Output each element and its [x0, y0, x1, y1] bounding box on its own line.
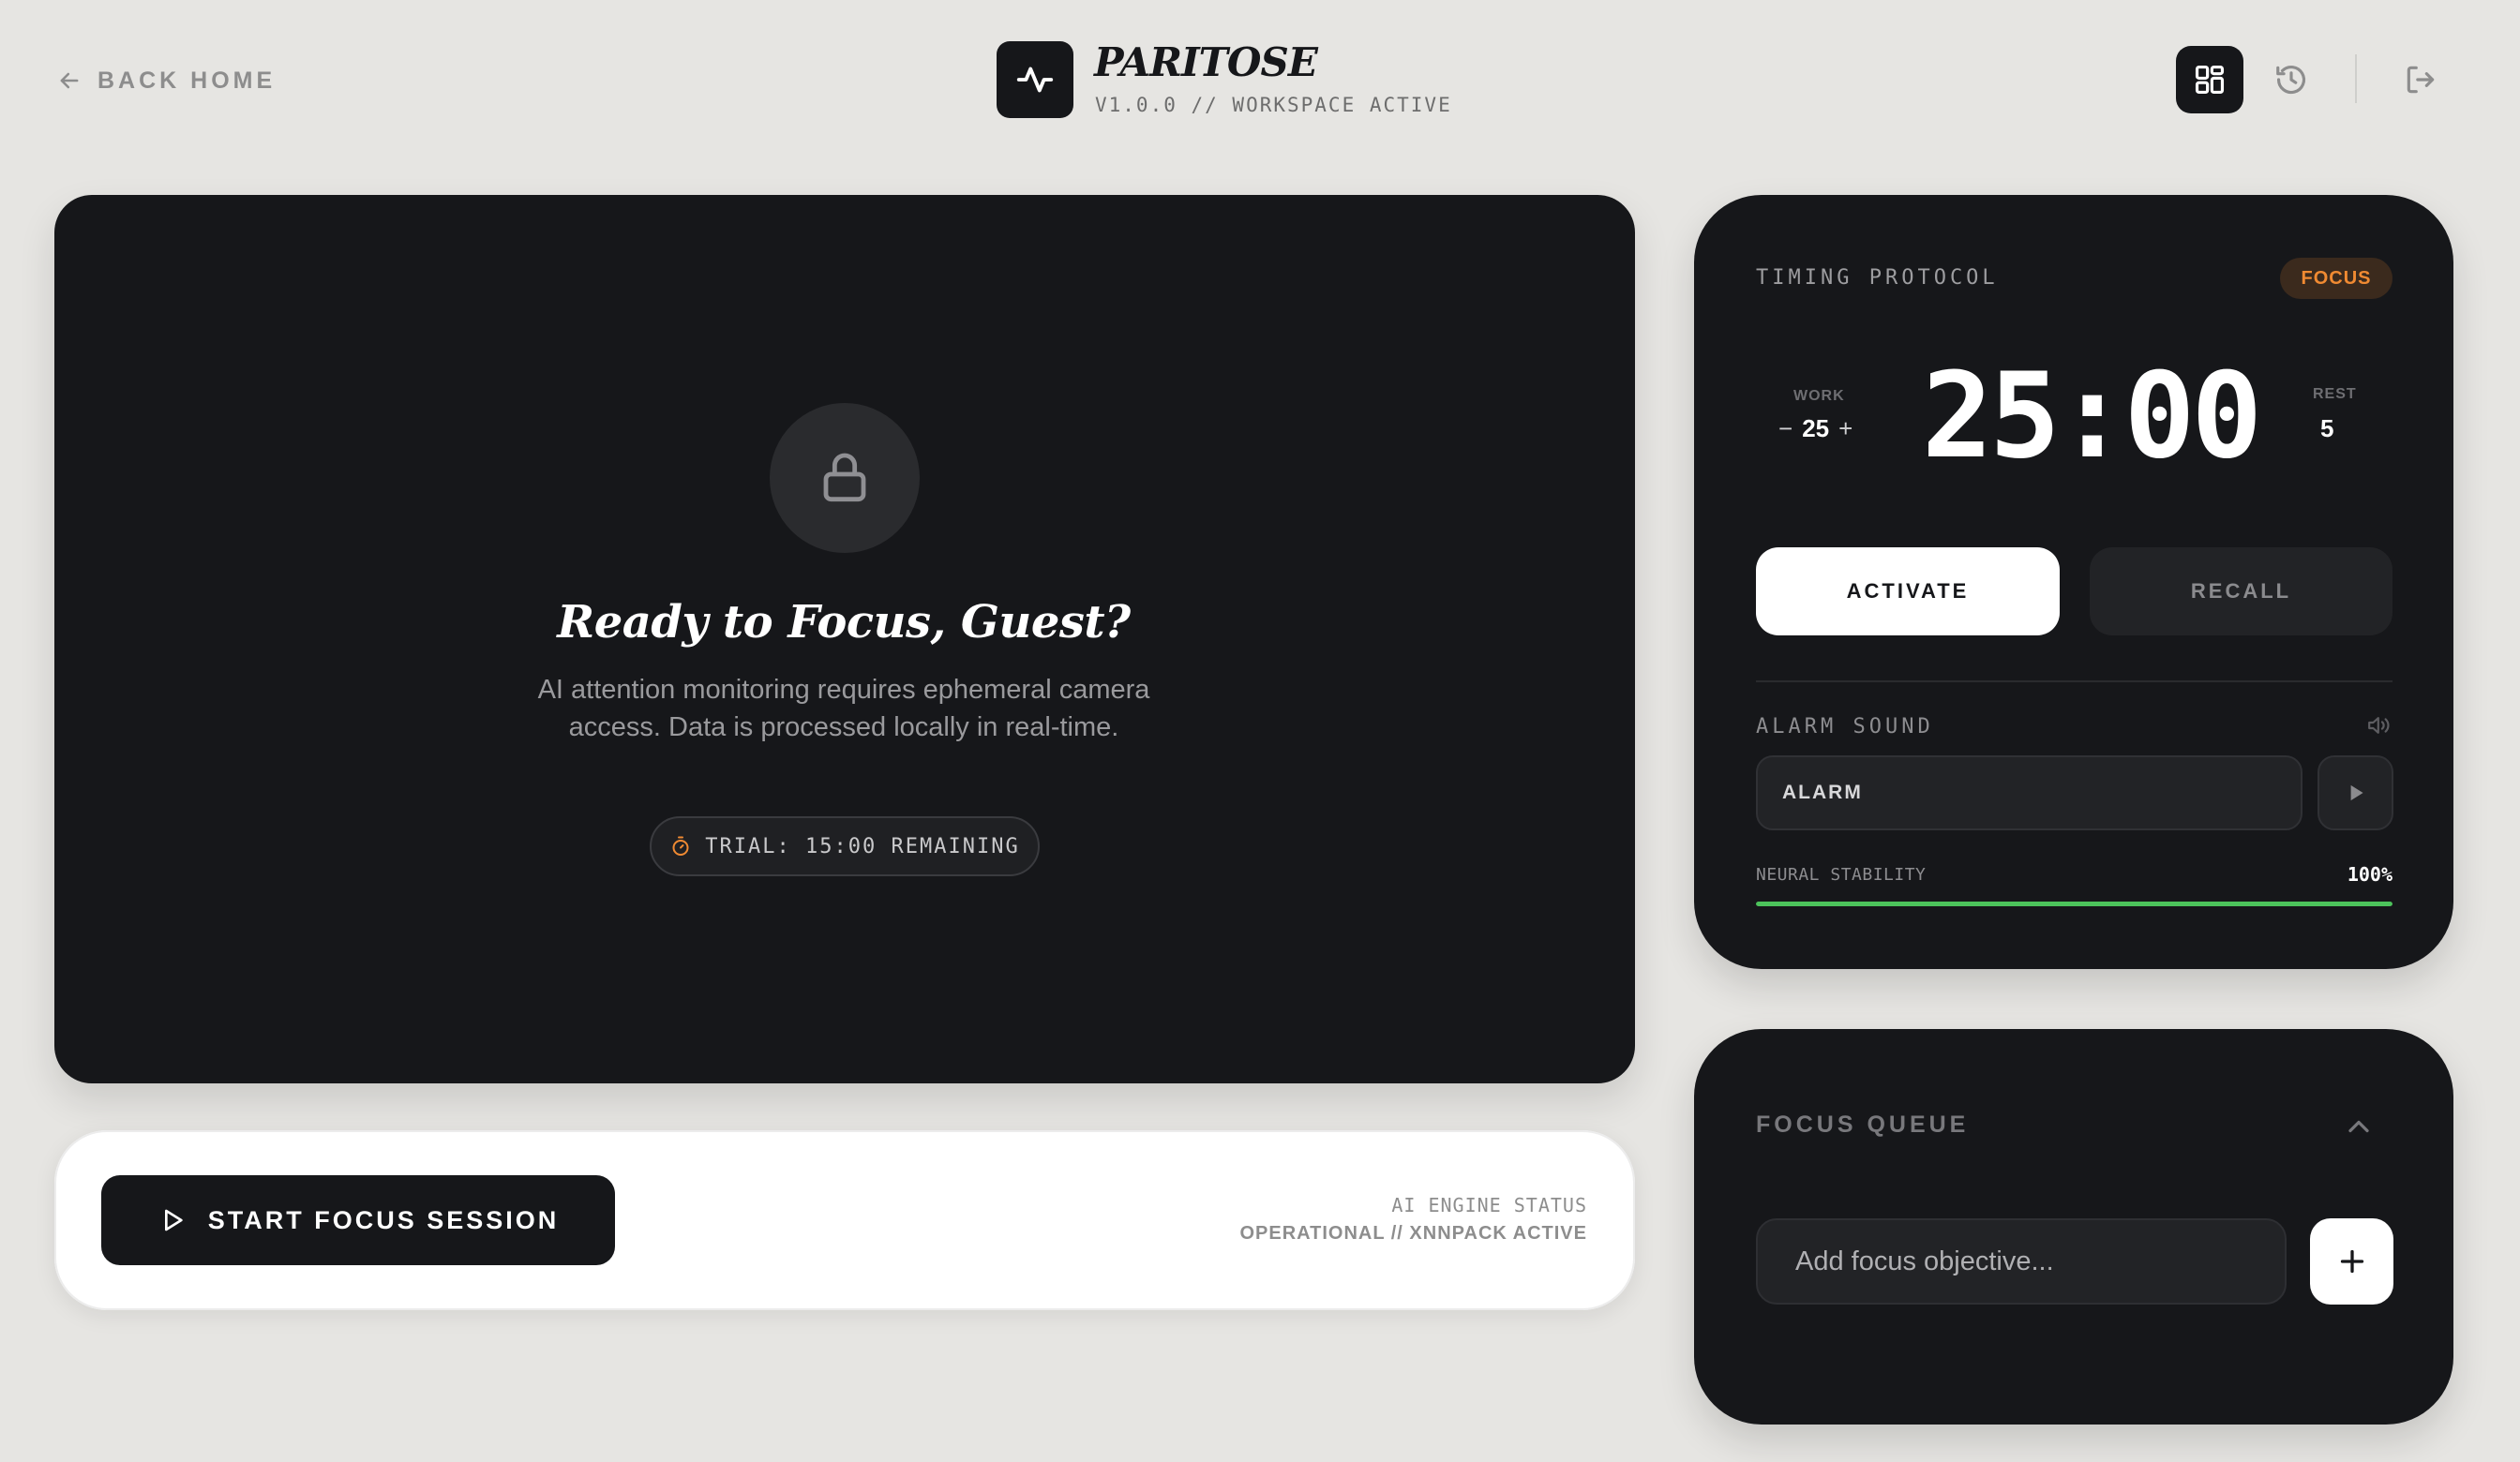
brand-logo: [997, 41, 1073, 118]
speaker-icon: [2368, 717, 2390, 734]
activate-button[interactable]: ACTIVATE: [1756, 547, 2060, 635]
recall-button[interactable]: RECALL: [2090, 547, 2392, 635]
work-decrement-button[interactable]: −: [1778, 414, 1792, 443]
focus-objective-input[interactable]: [1756, 1218, 2287, 1305]
brand-subtitle: V1.0.0 // WORKSPACE ACTIVE: [1095, 94, 1452, 116]
neural-stability-label: NEURAL STABILITY: [1756, 865, 1927, 885]
add-objective-button[interactable]: [2310, 1218, 2393, 1305]
header-divider: [2355, 54, 2357, 103]
neural-stability-bar: [1756, 902, 2392, 906]
engine-status-label: AI ENGINE STATUS: [1391, 1194, 1587, 1216]
start-focus-session-label: START FOCUS SESSION: [207, 1205, 560, 1234]
brand-name: PARITOSE: [1094, 39, 1318, 85]
work-stepper: − 25 +: [1778, 414, 1852, 443]
history-icon: [2276, 66, 2306, 95]
focus-queue-title: FOCUS QUEUE: [1756, 1111, 1970, 1138]
alarm-sound-label: ALARM SOUND: [1756, 715, 1934, 738]
neural-stability-value: 100%: [2347, 863, 2392, 886]
alarm-sound-select[interactable]: ALARM: [1756, 755, 2302, 830]
dashboard-icon: [2195, 65, 2225, 95]
timing-divider: [1756, 680, 2392, 682]
work-increment-button[interactable]: +: [1838, 414, 1852, 443]
engine-status-value: OPERATIONAL // XNNPACK ACTIVE: [1239, 1223, 1587, 1244]
history-button[interactable]: [2258, 46, 2325, 113]
work-label: WORK: [1793, 388, 1845, 404]
arrow-left-icon: [60, 72, 79, 89]
timer-display: 25:00: [1922, 347, 2262, 485]
work-value: 25: [1802, 414, 1830, 442]
timing-protocol-label: TIMING PROTOCOL: [1756, 266, 1999, 290]
start-focus-session-button[interactable]: START FOCUS SESSION: [101, 1175, 615, 1265]
logout-button[interactable]: [2387, 46, 2454, 113]
back-home-label: BACK HOME: [98, 67, 277, 94]
plus-icon: [2340, 1249, 2363, 1274]
stopwatch-icon: [672, 836, 689, 856]
lock-badge: [770, 403, 920, 553]
logout-icon: [2407, 66, 2435, 94]
trial-badge: TRIAL: 15:00 REMAINING: [650, 816, 1040, 876]
mode-badge: FOCUS: [2280, 258, 2392, 299]
camera-description: AI attention monitoring requires ephemer…: [537, 675, 1150, 742]
rest-value: 5: [2320, 414, 2334, 442]
rest-label: REST: [2313, 386, 2357, 402]
dashboard-button[interactable]: [2176, 46, 2243, 113]
pulse-icon: [1016, 67, 1054, 93]
back-home-link[interactable]: BACK HOME: [56, 62, 276, 99]
camera-title: Ready to Focus, Guest?: [557, 596, 1131, 649]
play-icon: [164, 1209, 183, 1231]
lock-icon: [823, 453, 866, 502]
trial-text: TRIAL: 15:00 REMAINING: [705, 834, 1020, 858]
chevron-up-icon[interactable]: [2342, 1110, 2376, 1143]
play-icon: [2350, 784, 2363, 801]
neural-stability-fill: [1756, 902, 2392, 906]
alarm-preview-button[interactable]: [2318, 755, 2393, 830]
